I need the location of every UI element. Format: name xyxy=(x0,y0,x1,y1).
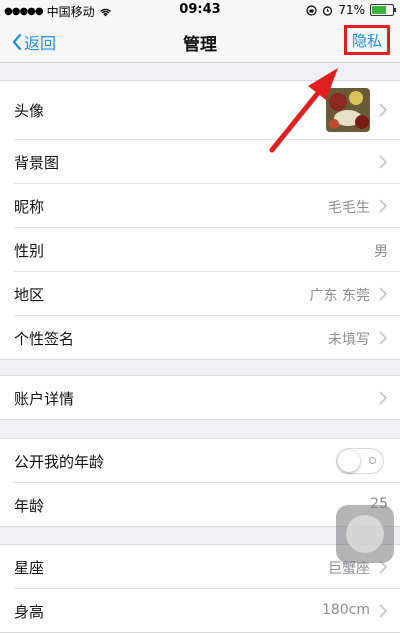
signature-row[interactable]: 个性签名 未填写 xyxy=(14,316,400,359)
chevron-right-icon xyxy=(379,103,387,117)
region-value: 广东 东莞 xyxy=(309,288,370,304)
assistive-touch-button[interactable] xyxy=(336,505,394,563)
privacy-label: 隐私 xyxy=(351,31,382,50)
chevron-right-icon xyxy=(379,391,387,405)
nickname-label: 昵称 xyxy=(14,198,45,216)
toggle-off-indicator xyxy=(369,457,376,464)
status-right: 71% xyxy=(306,3,396,17)
navigation-bar: 返回 管理 隐私 xyxy=(0,20,400,63)
battery-fill xyxy=(372,6,387,14)
battery-cap xyxy=(394,8,396,12)
assistive-touch-ring xyxy=(346,515,384,553)
chevron-right-icon xyxy=(379,331,387,345)
signature-label: 个性签名 xyxy=(14,330,75,348)
region-row[interactable]: 地区 广东 东莞 xyxy=(14,272,400,316)
status-bar: ●●●●● 中国移动 09:43 71% xyxy=(0,0,400,20)
height-label: 身高 xyxy=(14,603,45,621)
alarm-icon xyxy=(323,5,333,16)
public-age-toggle[interactable] xyxy=(336,448,384,474)
battery-percent: 71% xyxy=(338,3,365,17)
public-age-label: 公开我的年龄 xyxy=(14,453,105,471)
battery-icon xyxy=(370,4,396,16)
privacy-button[interactable]: 隐私 xyxy=(344,25,390,55)
page-title: 管理 xyxy=(183,35,217,55)
region-label: 地区 xyxy=(14,286,45,304)
gender-value: 男 xyxy=(374,244,388,260)
chevron-right-icon xyxy=(379,287,387,301)
profile-section: 头像 背景图 昵称 毛毛生 性别 男 地区 广东 东莞 个性签名 未填写 xyxy=(0,80,400,360)
chevron-right-icon xyxy=(379,155,387,169)
nickname-value: 毛毛生 xyxy=(328,200,370,216)
account-details-label: 账户详情 xyxy=(14,390,75,408)
avatar-row[interactable]: 头像 xyxy=(14,81,400,140)
height-row[interactable]: 身高 180cm xyxy=(14,589,400,632)
avatar xyxy=(326,88,370,132)
zodiac-label: 星座 xyxy=(14,559,45,577)
account-section: 账户详情 xyxy=(0,375,400,420)
signature-value: 未填写 xyxy=(328,332,370,348)
rotation-lock-icon xyxy=(306,4,317,16)
nickname-row[interactable]: 昵称 毛毛生 xyxy=(14,184,400,228)
chevron-right-icon xyxy=(379,604,387,618)
gender-row: 性别 男 xyxy=(14,228,400,272)
background-label: 背景图 xyxy=(14,154,60,172)
public-age-row: 公开我的年龄 xyxy=(14,439,400,483)
background-row[interactable]: 背景图 xyxy=(14,140,400,184)
age-label: 年龄 xyxy=(14,497,45,515)
gender-label: 性别 xyxy=(14,242,45,260)
avatar-image xyxy=(326,88,370,132)
avatar-label: 头像 xyxy=(14,102,45,120)
account-details-row[interactable]: 账户详情 xyxy=(14,376,400,419)
height-value: 180cm xyxy=(321,602,370,618)
toggle-knob xyxy=(338,450,360,472)
chevron-right-icon xyxy=(379,199,387,213)
